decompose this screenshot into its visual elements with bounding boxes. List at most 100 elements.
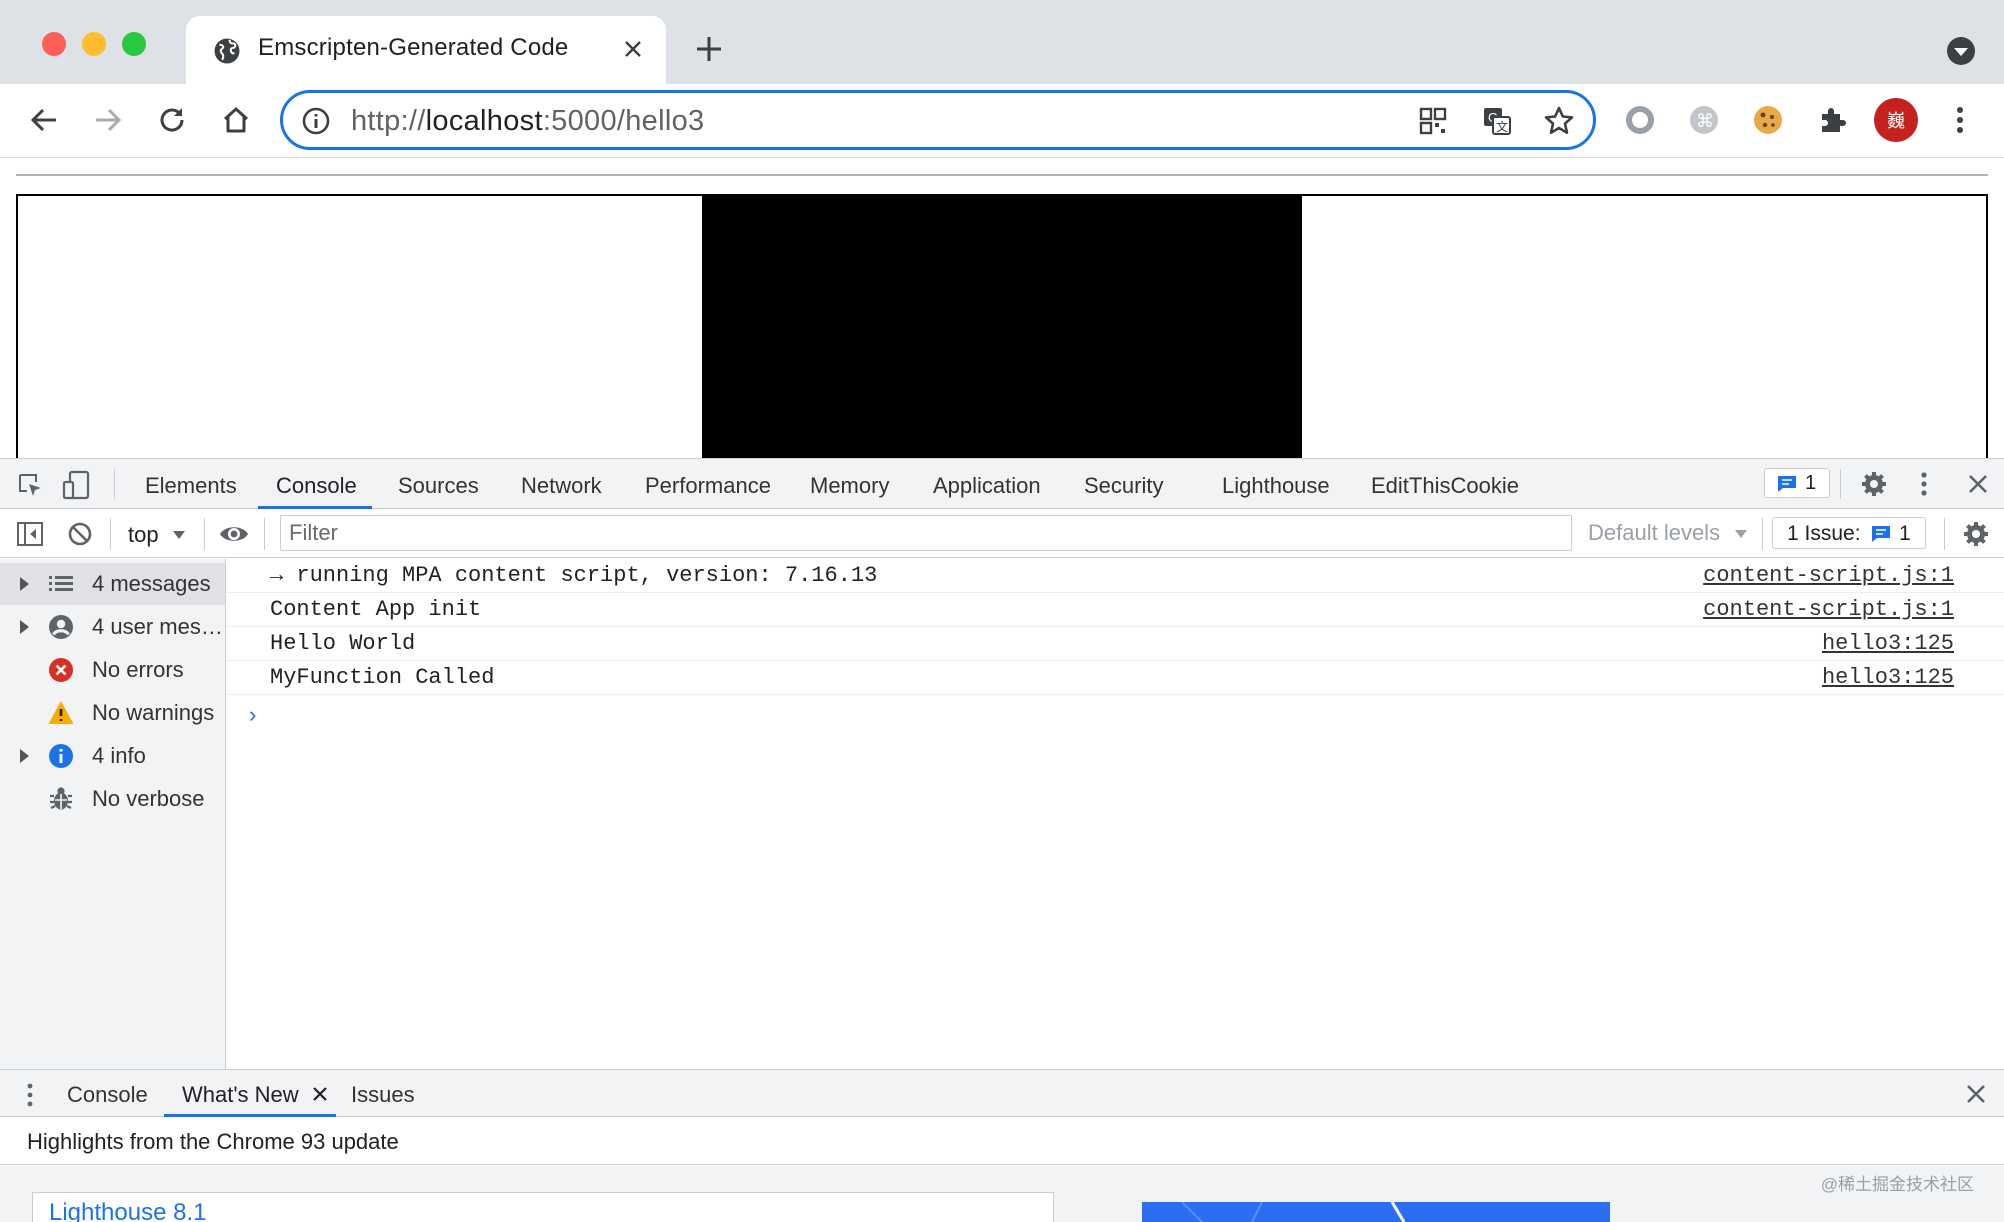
svg-text:⌘: ⌘ [1696,111,1714,132]
tab-security[interactable]: Security [1084,473,1163,499]
filter-text-field[interactable] [281,516,1571,550]
info-icon [48,743,74,769]
home-icon[interactable] [216,100,256,140]
drawer-tab-console[interactable]: Console [67,1082,148,1108]
message-icon [1871,525,1891,543]
message-source-link[interactable]: content-script.js:1 [1703,597,1954,622]
drawer-tab-issues[interactable]: Issues [351,1082,415,1108]
sidebar-item-messages[interactable]: 4 messages [0,563,225,605]
sidebar-item-user-messages[interactable]: 4 user mes… [0,606,225,648]
expand-arrow-icon[interactable] [20,749,29,763]
default-levels-dropdown[interactable]: Default levels [1588,520,1748,546]
sidebar-item-info[interactable]: 4 info [0,735,225,777]
default-levels-label: Default levels [1588,520,1721,545]
sidebar-toggle-icon[interactable] [16,520,44,548]
tab-editthiscookie[interactable]: EditThisCookie [1371,473,1519,499]
tab-close-icon[interactable] [622,38,644,60]
user-icon [48,614,74,640]
browser-menu-icon[interactable] [1940,100,1980,140]
console-filter-input[interactable] [280,515,1572,551]
console-sidebar: 4 messages 4 user mes… No errors No warn… [0,559,226,1069]
sidebar-item-verbose[interactable]: No verbose [0,778,225,820]
translate-icon[interactable]: G文 [1481,105,1513,137]
forward-arrow-icon[interactable] [88,100,128,140]
bookmark-star-icon[interactable] [1543,105,1575,137]
filterbar-divider [110,518,111,550]
list-icon [48,571,74,597]
sidebar-item-warnings[interactable]: No warnings [0,692,225,734]
tab-performance[interactable]: Performance [645,473,771,499]
address-bar[interactable]: http://localhost:5000/hello3 G文 [280,90,1596,150]
back-arrow-icon[interactable] [24,100,64,140]
devtools-menu-icon[interactable] [1920,470,1928,498]
sidebar-item-errors[interactable]: No errors [0,649,225,691]
tab-application[interactable]: Application [933,473,1041,499]
console-prompt[interactable]: › [246,704,259,729]
window-minimize-button[interactable] [82,32,106,56]
dropdown-triangle-icon [1734,529,1748,539]
extension-command-icon[interactable]: ⌘ [1684,100,1724,140]
drawer-tab-whats-new[interactable]: What's New [182,1082,299,1108]
message-source-link[interactable]: content-script.js:1 [1703,563,1954,588]
message-source-link[interactable]: hello3:125 [1822,665,1954,690]
message-source-link[interactable]: hello3:125 [1822,631,1954,656]
browser-tab-active[interactable]: Emscripten-Generated Code [186,16,666,84]
device-toolbar-icon[interactable] [62,470,92,500]
live-expression-eye-icon[interactable] [218,519,250,549]
message-icon [1777,475,1797,493]
tab-elements[interactable]: Elements [145,473,237,499]
expand-arrow-icon[interactable] [20,577,29,591]
svg-text:文: 文 [1496,119,1508,134]
clear-console-icon[interactable] [66,520,94,548]
tab-memory[interactable]: Memory [810,473,889,499]
console-message: Hello World hello3:125 [226,627,2004,661]
context-selector-value: top [128,522,159,547]
inspect-element-icon[interactable] [16,471,44,499]
filterbar-divider [1944,518,1945,550]
qr-code-icon[interactable] [1417,105,1449,137]
settings-gear-icon[interactable] [1860,470,1888,498]
emscripten-canvas[interactable] [702,195,1302,458]
site-info-icon[interactable] [301,106,331,136]
issues-badge-button[interactable]: 1 [1764,468,1830,498]
issues-label: 1 Issue: [1787,522,1861,545]
sidebar-item-label: 4 info [92,743,146,768]
drawer-tab-close-icon[interactable] [312,1086,328,1102]
console-settings-gear-icon[interactable] [1962,520,1990,548]
tab-network[interactable]: Network [521,473,602,499]
tab-search-icon[interactable] [1946,36,1976,66]
tab-console[interactable]: Console [276,473,357,499]
drawer-close-icon[interactable] [1964,1082,1988,1106]
cookie-icon[interactable] [1748,100,1788,140]
bug-icon [48,786,74,812]
filterbar-divider [264,518,265,550]
extensions-puzzle-icon[interactable] [1812,100,1852,140]
sidebar-item-label: No warnings [92,700,215,725]
watermark-text: @稀土掘金技术社区 [1820,1175,1974,1194]
devtools-tabbar: Elements Console Sources Network Perform… [0,459,2004,509]
sidebar-item-label: No verbose [92,786,205,811]
whats-new-card[interactable]: Lighthouse 8.1 [32,1192,1054,1222]
reload-icon[interactable] [152,100,192,140]
expand-arrow-icon[interactable] [20,620,29,634]
context-selector[interactable]: top [126,518,196,550]
profile-avatar[interactable]: 巍 [1874,98,1918,142]
sidebar-item-label: 4 user mes… [92,614,223,639]
devtools-close-icon[interactable] [1966,472,1990,496]
error-icon [48,657,74,683]
whats-new-card-title[interactable]: Lighthouse 8.1 [49,1199,206,1222]
tabbar-divider [114,469,115,499]
window-close-button[interactable] [42,32,66,56]
window-zoom-button[interactable] [122,32,146,56]
tab-sources[interactable]: Sources [398,473,479,499]
tab-lighthouse[interactable]: Lighthouse [1222,473,1330,499]
console-message: MyFunction Called hello3:125 [226,661,2004,695]
new-tab-icon[interactable] [694,34,724,64]
active-tab-underline [258,506,372,509]
page-horizontal-rule [16,174,1988,176]
drawer-menu-icon[interactable] [26,1082,34,1108]
issues-counter-button[interactable]: 1 Issue: 1 [1772,517,1926,549]
url-text[interactable]: http://localhost:5000/hello3 [351,105,704,138]
issues-badge-count: 1 [1805,472,1817,494]
extension-circle-icon[interactable] [1620,100,1660,140]
